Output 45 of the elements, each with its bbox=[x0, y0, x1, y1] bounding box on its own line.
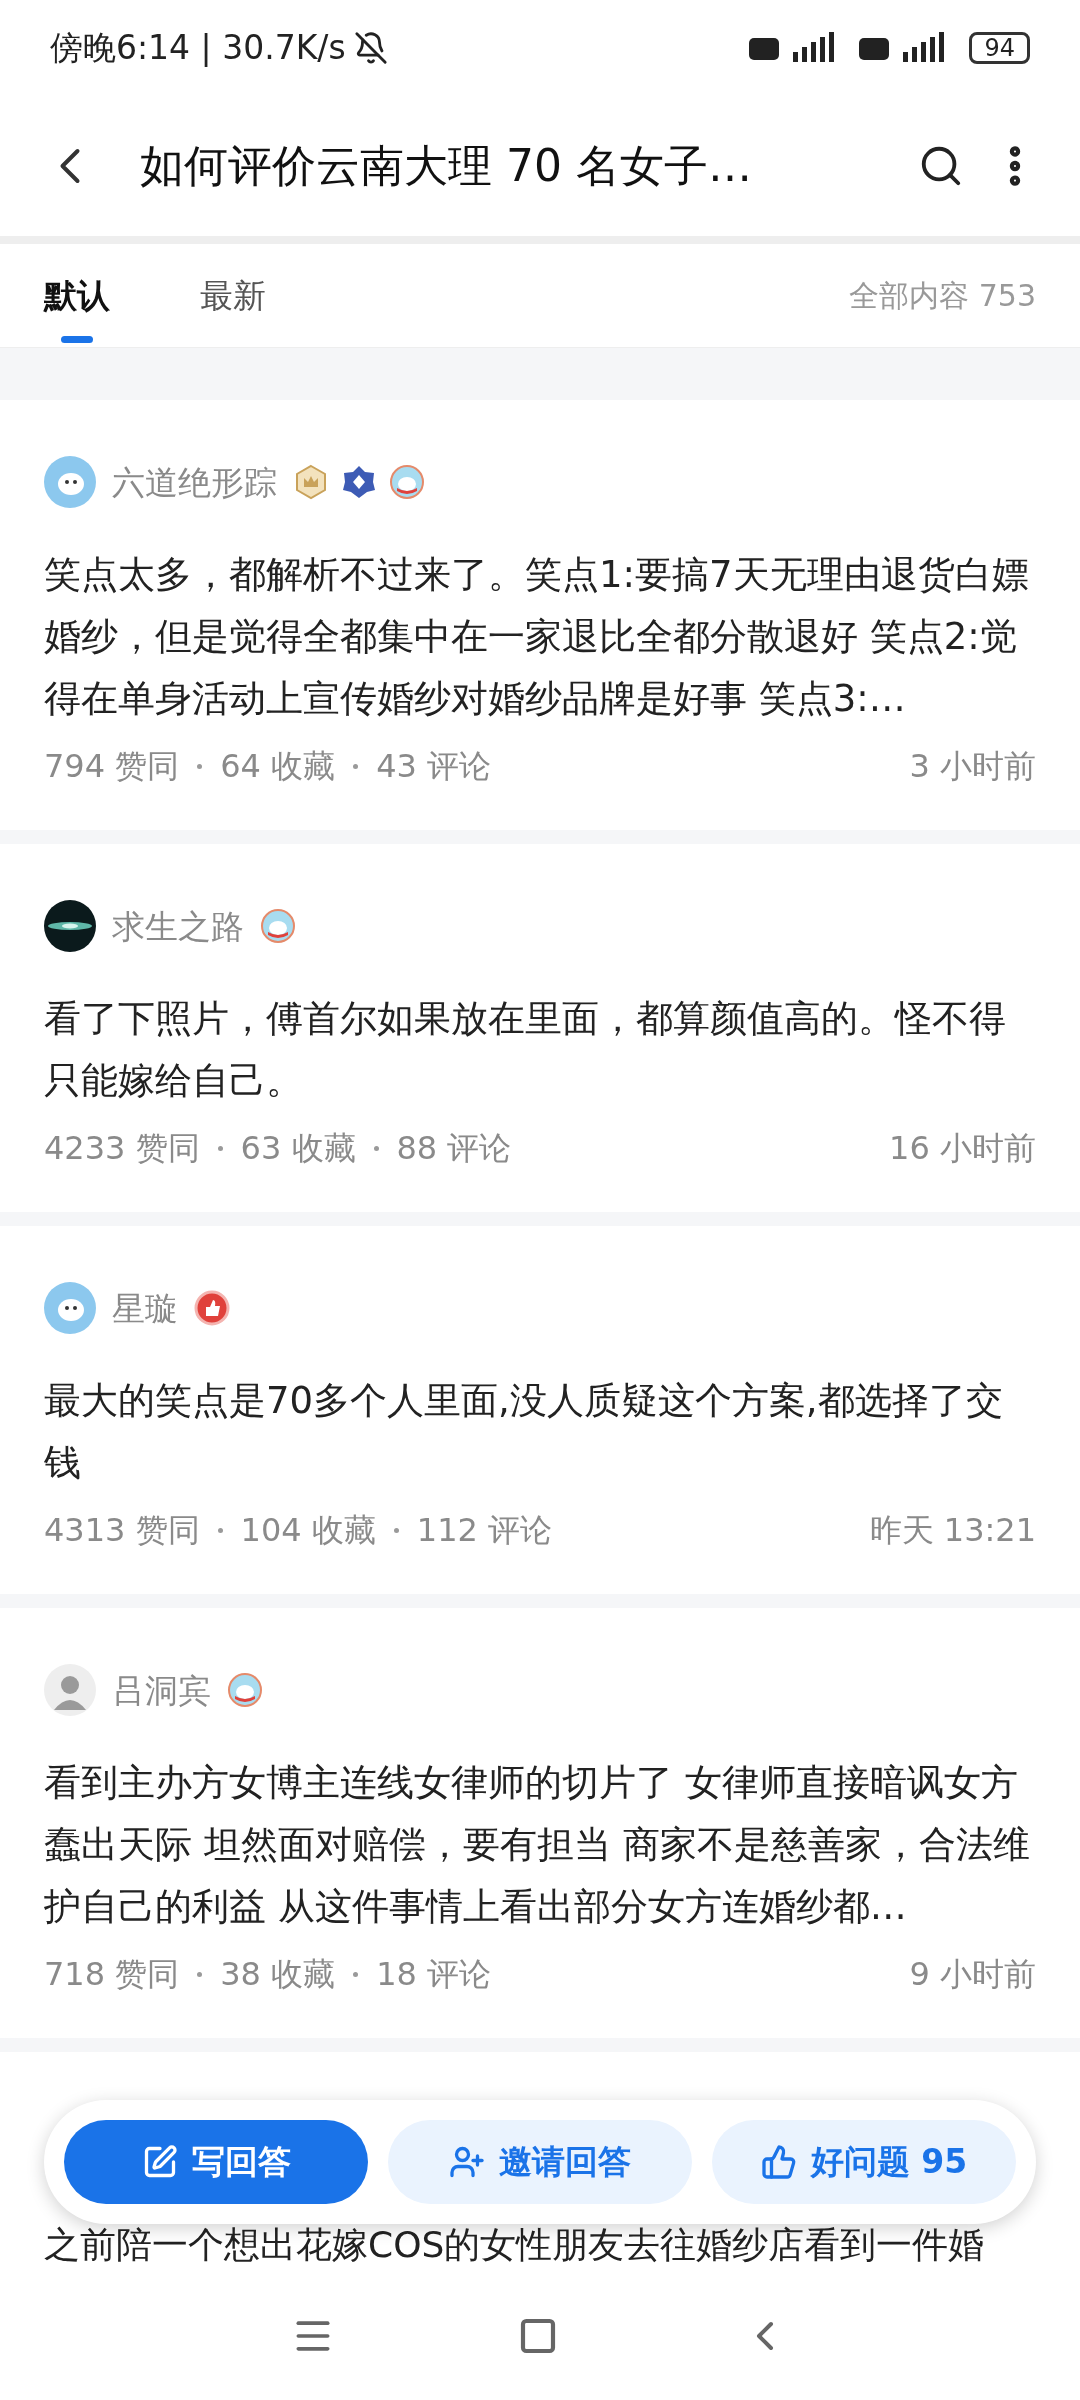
diamond-badge-icon bbox=[341, 464, 377, 500]
like-badge-icon bbox=[194, 1290, 230, 1326]
answer-excerpt[interactable]: 之前陪一个想出花嫁COS的女性朋友去往婚纱店看到一件婚 bbox=[44, 2224, 985, 2266]
answer-stat: 794 赞同 bbox=[44, 746, 180, 787]
answer-stat: 4313 赞同 bbox=[44, 1510, 200, 1551]
answer-stat: 88 评论 bbox=[396, 1128, 512, 1169]
answer-excerpt[interactable]: 看了下照片，傅首尔如果放在里面，都算颜值高的。怪不得只能嫁给自己。 bbox=[44, 988, 1036, 1112]
mascot-badge-icon bbox=[227, 1672, 263, 1708]
avatar-icon bbox=[44, 1282, 96, 1334]
answer-stat: 112 评论 bbox=[416, 1510, 553, 1551]
answer-excerpt[interactable]: 最大的笑点是70多个人里面,没人质疑这个方案,都选择了交钱 bbox=[44, 1370, 1036, 1494]
answer-time: 3 小时前 bbox=[909, 746, 1036, 787]
tab-indicator bbox=[61, 336, 93, 343]
user-plus-icon bbox=[449, 2144, 485, 2180]
action-button[interactable]: 好问题 95 bbox=[712, 2120, 1016, 2204]
home-icon[interactable] bbox=[518, 2316, 558, 2356]
answer-time: 9 小时前 bbox=[909, 1954, 1036, 1995]
avatar-icon bbox=[44, 456, 96, 508]
answer-stat: 718 赞同 bbox=[44, 1954, 180, 1995]
action-button[interactable]: 邀请回答 bbox=[388, 2120, 692, 2204]
question-title: 如何评价云南大理 70 名女子… bbox=[140, 139, 753, 193]
crown-badge-icon bbox=[293, 464, 329, 500]
status-time: 傍晚6:14 | 30.7K/s bbox=[50, 27, 346, 70]
action-button[interactable]: 写回答 bbox=[64, 2120, 368, 2204]
answer-stat: 43 评论 bbox=[376, 746, 492, 787]
tab[interactable]: 最新 bbox=[200, 244, 266, 347]
mascot-badge-icon bbox=[389, 464, 425, 500]
tab[interactable]: 默认 bbox=[44, 244, 110, 347]
answer-excerpt[interactable]: 看到主办方女博主连线女律师的切片了 女律师直接暗讽女方蠢出天际 坦然面对赔偿，要有担当 商家不是慈善家，合法维护自己的利益 从这件事情上看出部分女方连婚纱都… bbox=[44, 1752, 1036, 1938]
answer-time: 16 小时前 bbox=[889, 1128, 1036, 1169]
answer-stat: 63 收藏 bbox=[240, 1128, 356, 1169]
battery-indicator: 94 bbox=[969, 32, 1030, 64]
answer-stat: 4233 赞同 bbox=[44, 1128, 200, 1169]
mascot-badge-icon bbox=[260, 908, 296, 944]
answer-stat: 38 收藏 bbox=[220, 1954, 336, 1995]
answer-stat: 104 收藏 bbox=[240, 1510, 376, 1551]
answer-stat: 64 收藏 bbox=[220, 746, 336, 787]
avatar-icon bbox=[44, 1664, 96, 1716]
answer-time: 昨天 13:21 bbox=[869, 1510, 1036, 1551]
bell-off-icon bbox=[353, 31, 388, 65]
thumbs-up-icon bbox=[760, 2144, 797, 2180]
answer-excerpt[interactable]: 笑点太多，都解析不过来了。笑点1:要搞7天无理由退货白嫖婚纱，但是觉得全都集中在一家退比全都分散退好 笑点2:觉得在单身活动上宣传婚纱对婚纱品牌是好事 笑点3:… bbox=[44, 544, 1036, 730]
total-count: 全部内容 753 bbox=[849, 277, 1036, 315]
avatar-icon bbox=[44, 900, 96, 952]
answer-stat: 18 评论 bbox=[376, 1954, 492, 1995]
